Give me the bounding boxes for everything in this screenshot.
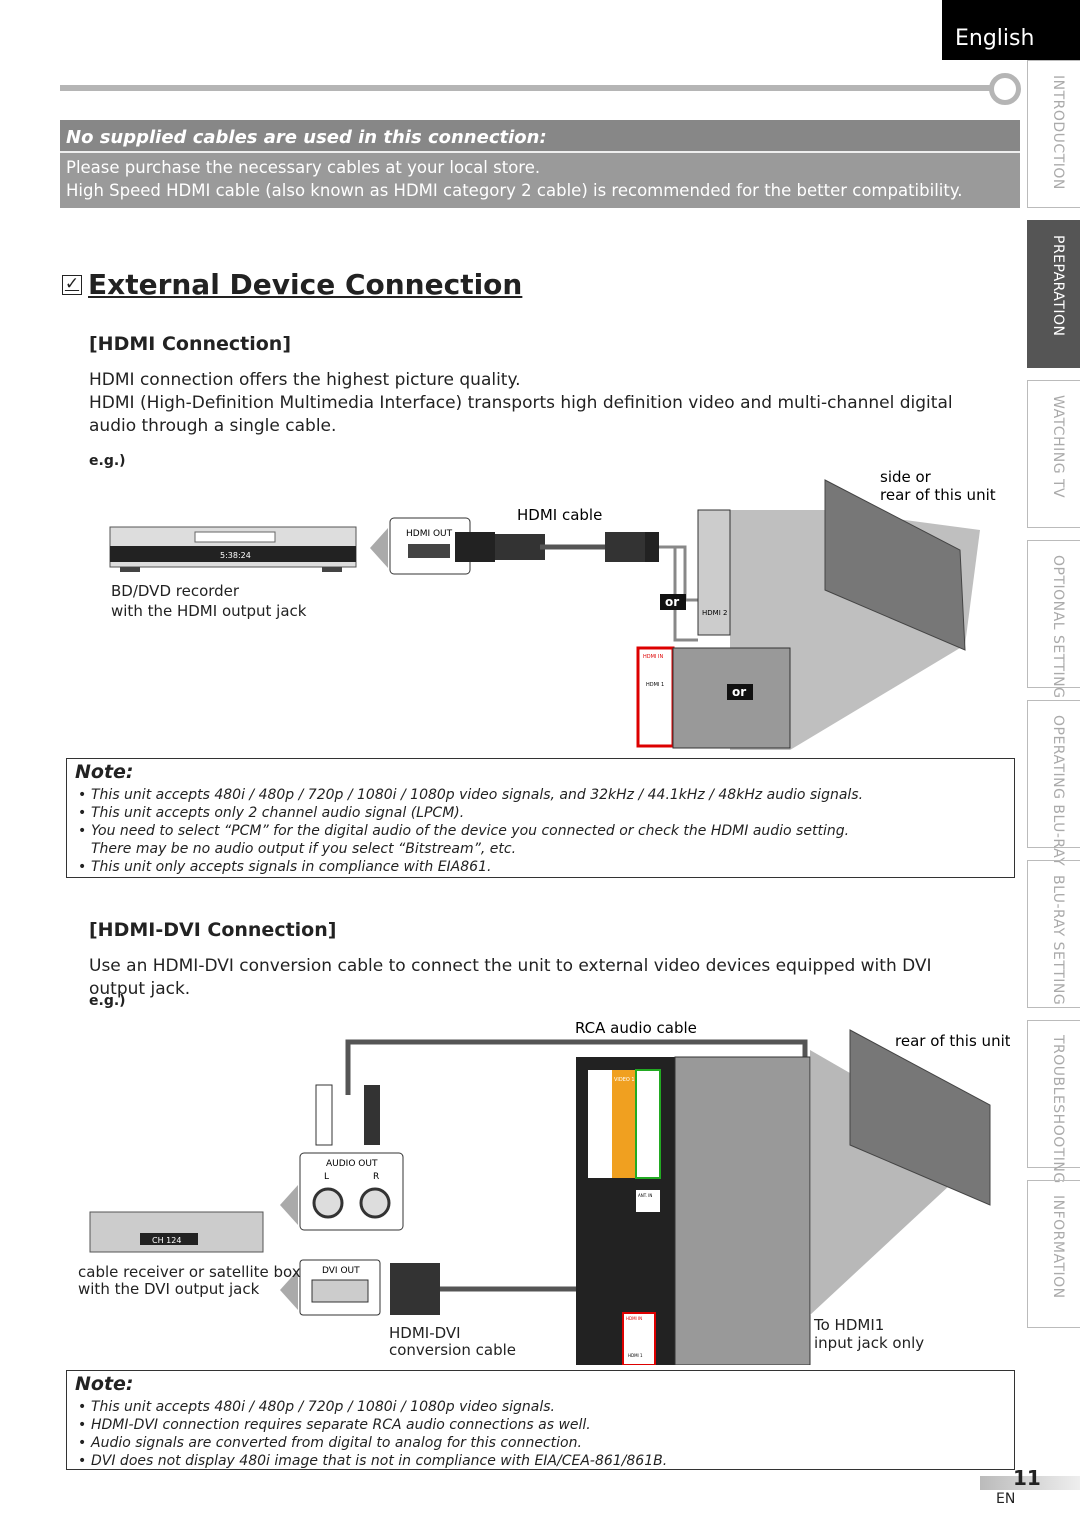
note-item: This unit only accepts signals in compli… <box>75 858 1006 876</box>
tv-rear-panel <box>674 1056 811 1365</box>
side-tab-preparation[interactable]: PREPARATION <box>1027 220 1080 368</box>
hdmi-cable-label: HDMI cable <box>517 506 602 524</box>
svg-text:HDMI 1: HDMI 1 <box>628 1353 643 1358</box>
hdmi1-label: HDMI 1 <box>646 682 664 688</box>
section-title: ✓ External Device Connection <box>62 268 522 301</box>
note-title: Note: <box>75 1373 134 1395</box>
hdmi-dvi-heading: [HDMI-DVI Connection] <box>89 919 337 941</box>
rca-cable-label: RCA audio cable <box>575 1019 697 1037</box>
ant-in-label: ANT. IN <box>638 1193 652 1198</box>
hdmi-in-panel <box>636 646 675 748</box>
or-label: or <box>732 685 746 699</box>
pointer-arrow <box>370 528 388 568</box>
note-item: This unit accepts 480i / 480p / 720p / 1… <box>75 786 1006 804</box>
hdmi-cable <box>455 532 698 642</box>
eg-label: e.g.) <box>89 993 126 1009</box>
hdmi-in-label: HDMI IN <box>643 654 663 660</box>
hdmi-dvi-diagram: RCA audio cable rear of this unit AUDIO … <box>89 1019 1010 1365</box>
side-tab-bluray-setting[interactable]: BLU-RAY SETTING <box>1027 860 1080 1008</box>
hdmi-paragraph: HDMI connection offers the highest pictu… <box>89 369 969 438</box>
language-tab: English <box>942 0 1080 60</box>
audio-out-jack: AUDIO OUT L R <box>299 1152 404 1231</box>
unit-label-line2: rear of this unit <box>880 486 996 504</box>
note-title: Note: <box>75 761 134 783</box>
or-label: or <box>665 595 679 609</box>
bd-dvd-recorder: 5:38:24 <box>109 526 357 572</box>
device-label: BD/DVD recorder with the HDMI output jack <box>111 582 307 620</box>
cables-info-heading: No supplied cables are used in this conn… <box>60 120 1020 153</box>
conversion-cable-label: HDMI-DVI conversion cable <box>389 1324 516 1359</box>
cables-info-line: Please purchase the necessary cables at … <box>66 158 541 177</box>
side-tab-operating-bluray[interactable]: OPERATING BLU-RAY <box>1027 700 1080 866</box>
note-item: HDMI-DVI connection requires separate RC… <box>75 1416 1006 1434</box>
recorder-display: 5:38:24 <box>220 551 251 560</box>
hdmi-out-label: HDMI OUT <box>406 529 453 539</box>
svg-text:R: R <box>373 1172 379 1182</box>
hdmi-heading: [HDMI Connection] <box>89 333 292 355</box>
note-item: DVI does not display 480i image that is … <box>75 1452 1006 1470</box>
svg-text:DVI OUT: DVI OUT <box>322 1266 360 1276</box>
svg-text:L: L <box>324 1172 329 1182</box>
section-title-text: External Device Connection <box>88 268 523 301</box>
note-item: This unit accepts 480i / 480p / 720p / 1… <box>75 1398 1006 1416</box>
note-item: There may be no audio output if you sele… <box>91 841 517 857</box>
hdmi2-label: HDMI 2 <box>702 609 727 617</box>
side-tab-information[interactable]: INFORMATION <box>1027 1180 1080 1328</box>
note-item: You need to select “PCM” for the digital… <box>75 822 1006 840</box>
hdmi-paragraph-line: HDMI connection offers the highest pictu… <box>89 370 521 390</box>
to-hdmi1-label: To HDMI1 input jack only <box>814 1316 925 1352</box>
receiver-label: cable receiver or satellite box with the … <box>78 1263 301 1298</box>
side-tab-optional-setting[interactable]: OPTIONAL SETTING <box>1027 540 1080 699</box>
cable-receiver-box: CH 124 <box>89 1211 264 1253</box>
unit-label-line1: side or <box>880 470 932 486</box>
hdmi-paragraph-line: HDMI (High-Definition Multimedia Interfa… <box>89 393 953 436</box>
unit-label: rear of this unit <box>895 1032 1010 1050</box>
hdmi-dvi-note: Note: This unit accepts 480i / 480p / 72… <box>66 1370 1015 1470</box>
dvi-out-jack: DVI OUT <box>299 1259 381 1316</box>
svg-text:CH 124: CH 124 <box>152 1236 181 1245</box>
cables-info-box: No supplied cables are used in this conn… <box>60 120 1020 208</box>
header-rule <box>60 85 995 91</box>
eg-label: e.g.) <box>89 453 126 469</box>
header-rule-circle <box>989 73 1021 105</box>
page-lang: EN <box>996 1491 1016 1507</box>
side-tab-introduction[interactable]: INTRODUCTION <box>1027 60 1080 208</box>
side-tab-watching-tv[interactable]: WATCHING TV <box>1027 380 1080 528</box>
hdmi-note: Note: This unit accepts 480i / 480p / 72… <box>66 758 1015 878</box>
note-item: This unit accepts only 2 channel audio s… <box>75 804 1006 822</box>
cables-info-line: High Speed HDMI cable (also known as HDM… <box>66 181 963 200</box>
side-tab-troubleshooting[interactable]: TROUBLESHOOTING <box>1027 1020 1080 1184</box>
svg-text:AUDIO OUT: AUDIO OUT <box>326 1159 378 1169</box>
hdmi-dvi-paragraph: Use an HDMI-DVI conversion cable to conn… <box>89 956 932 999</box>
page-number: 11 <box>1013 1466 1041 1490</box>
video1-label: VIDEO 1 <box>614 1077 635 1083</box>
note-item: Audio signals are converted from digital… <box>75 1434 1006 1452</box>
svg-text:HDMI IN: HDMI IN <box>626 1316 642 1321</box>
checkbox-icon: ✓ <box>62 274 82 295</box>
